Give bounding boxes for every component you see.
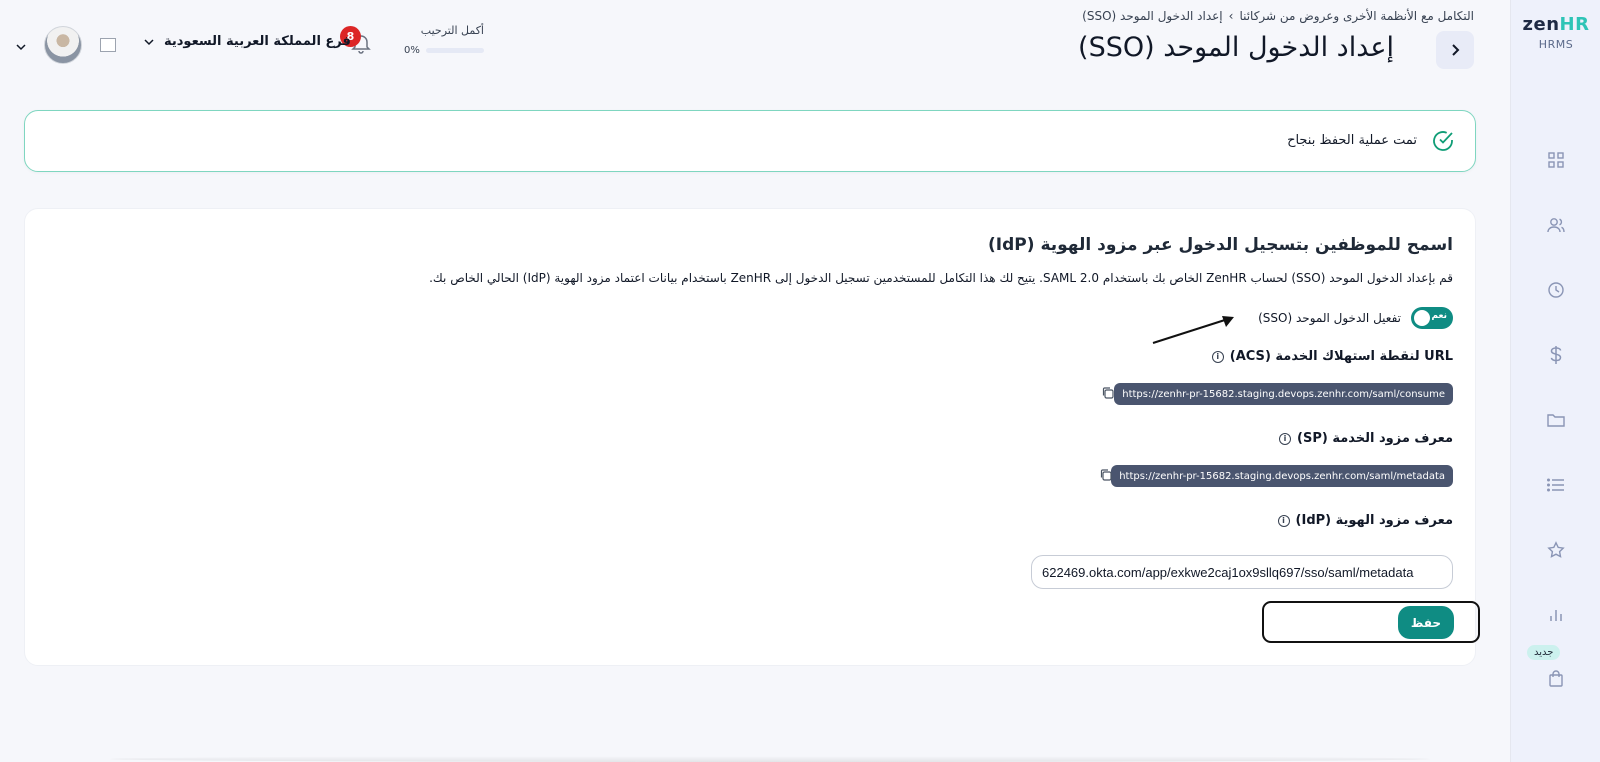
toggle-state-text: نعم <box>1431 311 1447 321</box>
sidebar-item-dashboard[interactable] <box>1542 146 1570 174</box>
chevron-down-icon <box>144 38 154 45</box>
bottom-shadow <box>110 756 1430 762</box>
sidebar: zenHR HRMS جديد <box>1510 0 1600 762</box>
copy-icon[interactable] <box>1099 467 1113 486</box>
onboarding-percent: 0% <box>404 45 420 56</box>
success-alert: تمت عملية الحفظ بنجاح <box>24 110 1476 172</box>
breadcrumb-parent[interactable]: التكامل مع الأنظمة الأخرى وعروض من شركائ… <box>1239 9 1474 23</box>
chevron-down-icon <box>16 44 26 51</box>
breadcrumb-current: إعداد الدخول الموحد (SSO) <box>1082 9 1223 23</box>
users-icon <box>1547 218 1565 233</box>
branch-selector[interactable]: فرع المملكة العربية السعودية <box>144 34 351 49</box>
page-title: إعداد الدخول الموحد (SSO) <box>1078 32 1394 63</box>
onboarding-progress[interactable]: أكمل الترحيب 0% <box>404 24 484 56</box>
sidebar-item-performance[interactable] <box>1542 536 1570 564</box>
sp-id-label: معرف مزود الخدمة (SP) i <box>1279 431 1453 446</box>
sidebar-item-reports[interactable] <box>1542 601 1570 629</box>
breadcrumb-separator: › <box>1228 9 1234 23</box>
user-menu-toggle[interactable] <box>16 36 26 55</box>
grid-icon <box>1548 152 1564 168</box>
sidebar-item-documents[interactable] <box>1542 406 1570 434</box>
clock-icon <box>1548 282 1564 298</box>
toggle-knob <box>1414 310 1430 326</box>
sso-toggle-row: نعم تفعيل الدخول الموحد (SSO) <box>1258 307 1453 329</box>
chevron-right-icon <box>1452 44 1460 56</box>
bar-chart-icon <box>1550 610 1562 621</box>
sso-toggle-label: تفعيل الدخول الموحد (SSO) <box>1258 311 1401 325</box>
onboarding-progress-bar <box>425 48 484 53</box>
annotation-arrow-icon <box>1152 316 1234 344</box>
sidebar-item-payroll[interactable] <box>1542 341 1570 369</box>
shopping-bag-icon <box>1549 670 1563 687</box>
folder-icon <box>1547 414 1565 427</box>
avatar[interactable] <box>44 26 82 64</box>
alert-message: تمت عملية الحفظ بنجاح <box>1287 133 1417 148</box>
company-logo-image <box>100 38 116 52</box>
sp-id-value[interactable]: https://zenhr-pr-15682.staging.devops.ze… <box>1111 465 1453 487</box>
idp-id-label: معرف مزود الهوية (IdP) i <box>1277 513 1453 528</box>
acs-url-value[interactable]: https://zenhr-pr-15682.staging.devops.ze… <box>1114 383 1453 405</box>
branch-name: فرع المملكة العربية السعودية <box>164 34 351 49</box>
star-icon <box>1547 541 1565 558</box>
acs-url-label-text: URL لنقطة استهلاك الخدمة (ACS) <box>1229 349 1453 364</box>
sidebar-item-requests[interactable] <box>1542 471 1570 499</box>
copy-icon[interactable] <box>1101 385 1115 404</box>
back-button[interactable] <box>1436 31 1474 69</box>
sidebar-item-attendance[interactable] <box>1542 276 1570 304</box>
idp-id-label-text: معرف مزود الهوية (IdP) <box>1295 513 1453 528</box>
check-circle-icon <box>1431 129 1455 157</box>
onboarding-label: أكمل الترحيب <box>420 24 484 37</box>
info-icon[interactable]: i <box>1211 350 1224 363</box>
save-button[interactable]: حفظ <box>1398 606 1454 639</box>
breadcrumb: التكامل مع الأنظمة الأخرى وعروض من شركائ… <box>1082 9 1474 23</box>
sidebar-item-employees[interactable] <box>1542 211 1570 239</box>
info-icon[interactable]: i <box>1277 514 1290 527</box>
card-description: قم بإعداد الدخول الموحد (SSO) لحساب ZenH… <box>429 271 1453 285</box>
list-icon <box>1547 478 1564 492</box>
new-badge: جديد <box>1527 645 1561 660</box>
card-title: اسمح للموظفين بتسجيل الدخول عبر مزود اله… <box>988 235 1453 255</box>
sidebar-item-marketplace[interactable] <box>1542 665 1570 693</box>
logo-prefix: zen <box>1522 14 1560 35</box>
acs-url-label: URL لنقطة استهلاك الخدمة (ACS) i <box>1211 349 1453 364</box>
zenhr-logo[interactable]: zenHR HRMS <box>1511 14 1600 51</box>
info-icon[interactable]: i <box>1279 432 1292 445</box>
sso-toggle[interactable]: نعم <box>1411 307 1453 329</box>
dollar-icon <box>1550 346 1562 364</box>
logo-subtitle: HRMS <box>1538 38 1574 51</box>
sp-id-label-text: معرف مزود الخدمة (SP) <box>1297 431 1453 446</box>
sso-settings-card: اسمح للموظفين بتسجيل الدخول عبر مزود اله… <box>24 208 1476 666</box>
idp-id-input[interactable] <box>1031 555 1453 589</box>
logo-suffix: HR <box>1559 14 1590 35</box>
